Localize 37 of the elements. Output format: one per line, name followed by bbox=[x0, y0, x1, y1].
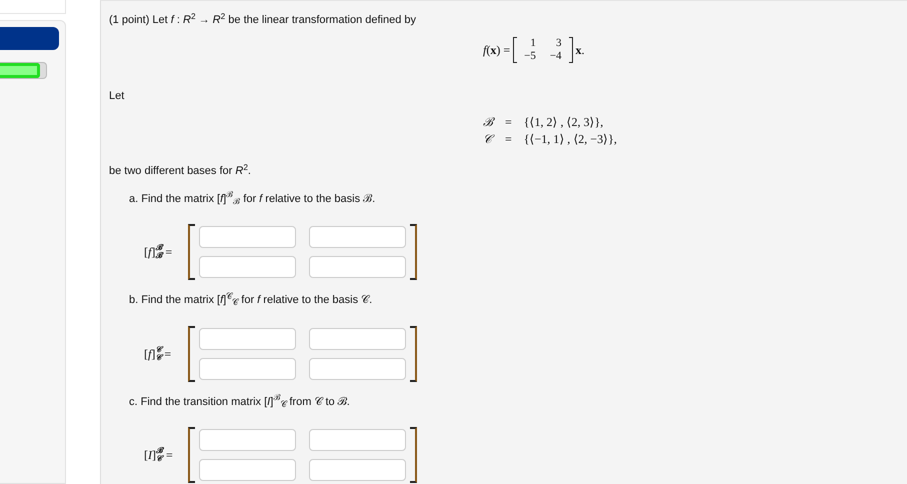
formula-text: x. bbox=[576, 42, 585, 58]
answer-field[interactable] bbox=[309, 358, 406, 380]
answer-field[interactable] bbox=[199, 226, 296, 248]
basis-symbol: 𝒞 bbox=[483, 131, 493, 148]
equals-sign: = bbox=[505, 131, 512, 148]
problem-text: be two different bases for R$^{2}$. bbox=[109, 163, 252, 179]
basis-symbol: ℬ bbox=[483, 114, 493, 131]
bracket bbox=[188, 326, 195, 382]
problem-text: (1 point) Let f : R$^{2}$ → R$^{2}$ be the linear transformation defined by bbox=[109, 12, 417, 28]
answer-field[interactable] bbox=[309, 226, 406, 248]
sidebar-bar[interactable] bbox=[0, 27, 59, 50]
bracket bbox=[410, 224, 417, 280]
bracket bbox=[188, 224, 195, 280]
formula-text: f(x) = bbox=[483, 42, 510, 58]
answer-field[interactable] bbox=[199, 459, 296, 481]
question-text: a. Find the matrix [f]$^{ℬ}$$_{ℬ}$ for f relative to the basis ℬ. bbox=[129, 190, 376, 207]
question-text: b. Find the matrix [f]$^{𝒞}$$_{𝒞}$ for f relative to the basis 𝒞. bbox=[129, 292, 374, 308]
answer-field[interactable] bbox=[199, 429, 296, 451]
bracket bbox=[410, 427, 417, 483]
answer-field[interactable] bbox=[309, 459, 406, 481]
answer-field[interactable] bbox=[309, 429, 406, 451]
problem-text: Let bbox=[109, 88, 126, 104]
bracket bbox=[513, 36, 518, 62]
bracket bbox=[188, 427, 195, 483]
basis-set: {⟨−1, 1⟩ , ⟨2, −3⟩}, bbox=[524, 131, 617, 148]
answer-field[interactable] bbox=[199, 256, 296, 278]
answer-field[interactable] bbox=[309, 328, 406, 350]
answer-field[interactable] bbox=[199, 358, 296, 380]
matrix: 1 3 −5 −4 bbox=[523, 36, 563, 62]
answer-field[interactable] bbox=[309, 256, 406, 278]
bracket bbox=[410, 326, 417, 382]
bracket bbox=[568, 36, 573, 62]
basis-set: {⟨1, 2⟩ , ⟨2, 3⟩}, bbox=[524, 114, 604, 131]
answer-field[interactable] bbox=[199, 328, 296, 350]
question-text: c. Find the transition matrix [I]$^{ℬ}$$_{𝒞}$ from 𝒞 to ℬ. bbox=[129, 394, 351, 410]
equals-sign: = bbox=[505, 114, 512, 131]
sidebar-box bbox=[0, 0, 66, 14]
